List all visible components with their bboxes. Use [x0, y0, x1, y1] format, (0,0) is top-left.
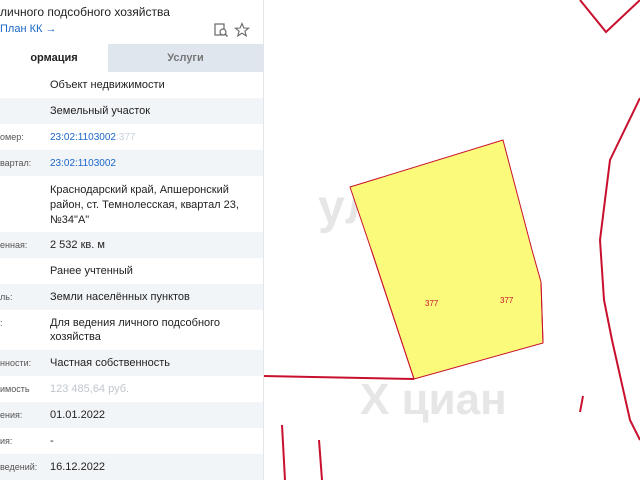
boundary-line	[281, 424, 286, 480]
panel-title: личного подсобного хозяйства	[0, 5, 170, 19]
row-cadastral-value: имость 123 485,64 руб.	[0, 383, 130, 395]
parcel-label: 377	[425, 299, 439, 308]
row-update-date: ведений: 16.12.2022	[0, 454, 263, 480]
star-icon[interactable]	[233, 22, 251, 38]
cadastral-number-link[interactable]: 23:02:1103002	[50, 132, 116, 143]
row-ownership: нности: Частная собственность	[0, 350, 263, 376]
info-panel: личного подсобного хозяйства План КК → о…	[0, 0, 264, 480]
panel-tabs: ормация Услуги	[0, 44, 263, 72]
tab-information[interactable]: ормация	[0, 44, 108, 72]
parcel-label: 377	[500, 296, 514, 305]
boundary-line	[318, 439, 323, 480]
row-kind: Земельный участок	[0, 98, 263, 124]
row-cadastral-number: омер: 23:02:1103002:377	[0, 132, 136, 143]
row-address: Краснодарский край, Апшеронский район, с…	[50, 184, 239, 226]
row-area: енная: 2 532 кв. м	[0, 232, 263, 258]
row-registration-date: ия: -	[0, 435, 54, 447]
panel-header: личного подсобного хозяйства План КК →	[0, 0, 263, 44]
boundary-line	[262, 375, 415, 380]
row-permitted-use: : Для ведения личного подсобного хозяйст…	[0, 317, 221, 343]
row-object-type: Объект недвижимости	[50, 79, 165, 91]
parcel-polygon[interactable]	[349, 139, 544, 380]
boundary-line	[579, 0, 640, 34]
cadastral-quarter-link[interactable]: 23:02:1103002	[50, 157, 255, 171]
row-value-date: ения: 01.01.2022	[0, 402, 263, 428]
row-land-category: ль: Земли населённых пунктов	[0, 284, 263, 310]
row-status: Ранее учтенный	[50, 265, 133, 277]
row-cadastral-quarter: вартал: 23:02:1103002	[0, 150, 263, 176]
tab-services[interactable]: Услуги	[108, 44, 263, 72]
boundary-line	[579, 395, 584, 413]
boundary-line	[598, 97, 640, 441]
plan-link[interactable]: План КК →	[0, 23, 56, 35]
document-search-icon[interactable]	[213, 22, 229, 38]
cadastral-number-suffix: :377	[116, 132, 136, 143]
